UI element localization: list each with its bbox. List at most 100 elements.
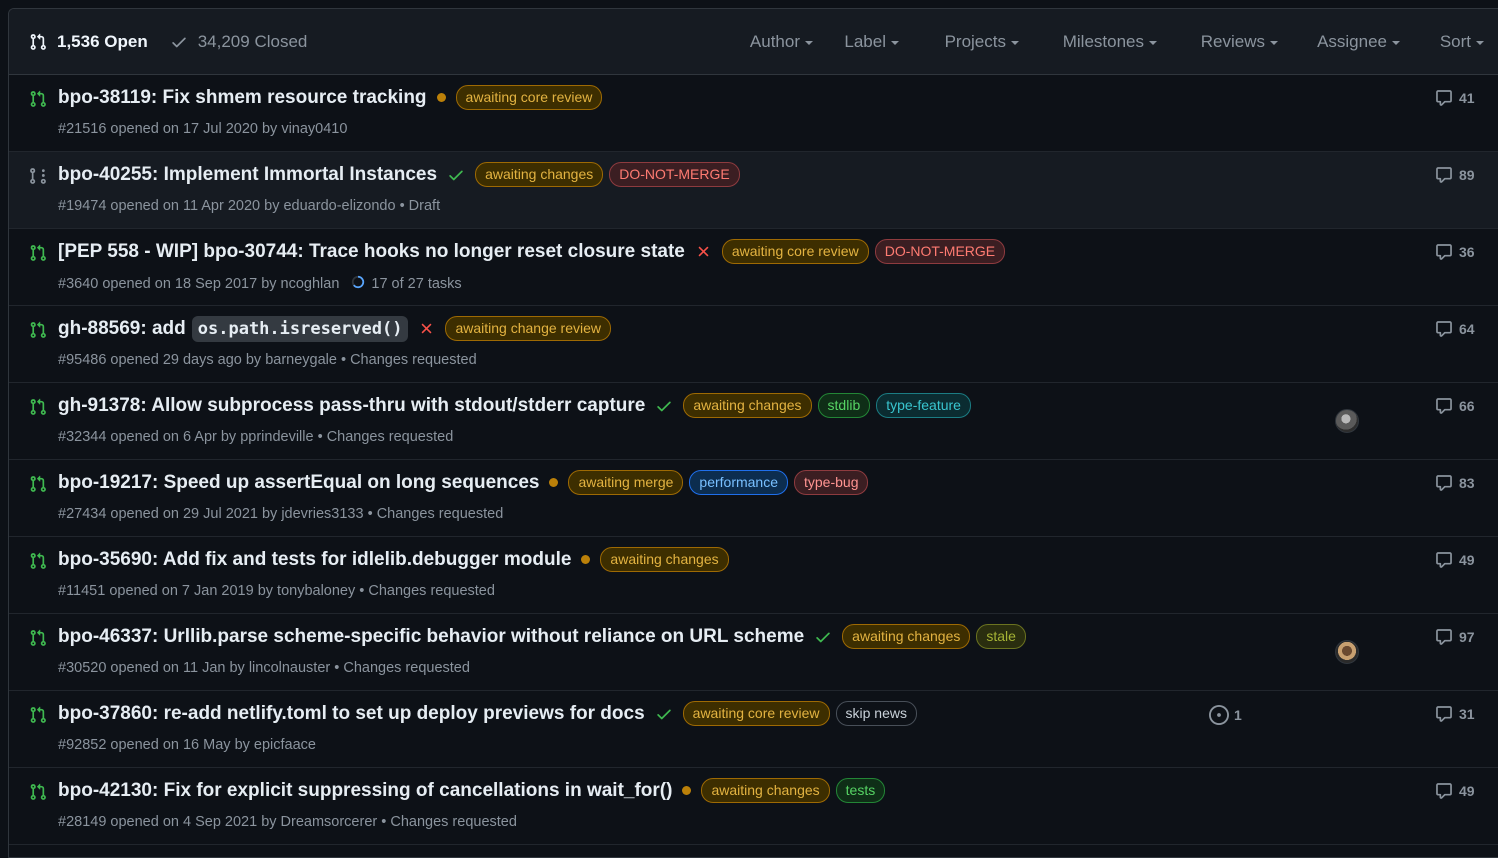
task-progress-text[interactable]: 17 of 27 tasks	[371, 276, 461, 292]
linked-issues-count: 1	[1234, 707, 1242, 723]
git-pull-request-icon	[29, 552, 47, 575]
status-check-icon[interactable]	[814, 628, 832, 646]
assignee-avatar[interactable]	[1335, 409, 1359, 433]
closed-count: 34,209 Closed	[197, 31, 308, 51]
status-check-icon[interactable]	[655, 705, 673, 723]
pr-title-link[interactable]: gh-88569: add os.path.isreserved()	[58, 315, 409, 342]
comment-count[interactable]: 41	[1435, 89, 1475, 107]
pr-title-link[interactable]: gh-91378: Allow subprocess pass-thru wit…	[58, 395, 645, 417]
milestones-filter[interactable]: Milestones	[1063, 32, 1157, 52]
pr-label[interactable]: awaiting changes	[600, 547, 729, 572]
pr-label[interactable]: type-feature	[876, 393, 971, 418]
comment-count[interactable]: 31	[1435, 705, 1475, 723]
table-row[interactable]: bpo-38119: Fix shmem resource tracking aw…	[9, 75, 1498, 152]
assignee-filter[interactable]: Assignee	[1317, 32, 1400, 52]
chevron-down-icon	[1149, 41, 1157, 45]
pr-label[interactable]: awaiting changes	[683, 393, 812, 418]
comment-icon	[1436, 706, 1452, 722]
pr-label[interactable]: skip news	[835, 701, 917, 726]
pr-title-line: bpo-46337: Urllib.parse scheme-specific …	[58, 624, 1026, 649]
table-row[interactable]: bpo-35690: Add fix and tests for idlelib…	[9, 537, 1498, 614]
author-filter[interactable]: Author	[750, 32, 813, 52]
pr-meta-text: #30520 opened on 11 Jan by lincolnauster…	[58, 660, 470, 676]
closed-filter[interactable]: 34,209 Closed	[170, 31, 308, 52]
git-pull-request-icon	[29, 398, 47, 421]
status-check-icon[interactable]	[655, 397, 673, 415]
reviews-filter[interactable]: Reviews	[1201, 32, 1278, 52]
pr-title-line: bpo-38119: Fix shmem resource tracking aw…	[58, 85, 603, 110]
pr-label[interactable]: type-bug	[794, 470, 869, 495]
table-row[interactable]: gh-91378: Allow subprocess pass-thru wit…	[9, 383, 1498, 460]
pr-label[interactable]: stdlib	[817, 393, 871, 418]
label-filter[interactable]: Label	[844, 32, 899, 52]
pr-title-link[interactable]: [PEP 558 - WIP] bpo-30744: Trace hooks n…	[58, 241, 685, 263]
pr-label[interactable]: DO-NOT-MERGE	[874, 239, 1006, 264]
table-row[interactable]: bpo-46337: Urllib.parse scheme-specific …	[9, 614, 1498, 691]
label-filter-label: Label	[844, 32, 886, 51]
pr-meta-text: #11451 opened on 7 Jan 2019 by tonybalon…	[58, 583, 495, 599]
git-pull-request-icon	[29, 783, 47, 806]
comment-count[interactable]: 49	[1435, 551, 1475, 569]
pr-rows: bpo-38119: Fix shmem resource tracking aw…	[9, 75, 1498, 845]
pr-title-line: bpo-19217: Speed up assertEqual on long …	[58, 470, 869, 495]
pr-label[interactable]: awaiting core review	[682, 701, 830, 726]
pr-meta: #11451 opened on 7 Jan 2019 by tonybalon…	[58, 583, 495, 599]
pr-label[interactable]: tests	[835, 778, 886, 803]
table-row[interactable]: bpo-40255: Implement Immortal Instances a…	[9, 152, 1498, 229]
pr-title-link[interactable]: bpo-37860: re-add netlify.toml to set up…	[58, 703, 645, 725]
status-x-icon[interactable]	[695, 243, 712, 260]
status-pending-icon[interactable]	[549, 478, 559, 487]
pr-label[interactable]: performance	[689, 470, 788, 495]
pr-label[interactable]: DO-NOT-MERGE	[609, 162, 740, 187]
status-pending-icon[interactable]	[682, 786, 692, 795]
comment-count[interactable]: 66	[1435, 397, 1475, 415]
status-check-icon[interactable]	[447, 166, 465, 184]
pr-label[interactable]: awaiting change review	[445, 316, 611, 341]
chevron-down-icon	[805, 41, 813, 45]
projects-filter[interactable]: Projects	[945, 32, 1019, 52]
comment-count[interactable]: 49	[1435, 782, 1475, 800]
pr-label[interactable]: awaiting core review	[455, 85, 603, 110]
pr-title-line: bpo-42130: Fix for explicit suppressing …	[58, 778, 886, 803]
pr-label[interactable]: awaiting core review	[721, 239, 869, 264]
table-row[interactable]: gh-88569: add os.path.isreserved() awaitin…	[9, 306, 1498, 383]
pr-title-text: gh-88569: add	[58, 317, 186, 339]
table-row[interactable]: bpo-37860: re-add netlify.toml to set up…	[9, 691, 1498, 768]
status-pending-icon[interactable]	[436, 93, 446, 102]
comment-count[interactable]: 64	[1435, 320, 1475, 338]
assignee-filter-label: Assignee	[1317, 32, 1387, 51]
comment-count[interactable]: 36	[1435, 243, 1475, 261]
pr-meta-text: #3640 opened on 18 Sep 2017 by ncoghlan	[58, 276, 340, 292]
comment-count-value: 64	[1459, 321, 1475, 337]
pr-title-line: gh-88569: add os.path.isreserved() awaitin…	[58, 315, 611, 342]
pr-title-link[interactable]: bpo-38119: Fix shmem resource tracking	[58, 87, 427, 109]
pr-title-link[interactable]: bpo-40255: Implement Immortal Instances	[58, 164, 437, 186]
pr-title-link[interactable]: bpo-42130: Fix for explicit suppressing …	[58, 780, 672, 802]
pr-label[interactable]: awaiting merge	[568, 470, 684, 495]
comment-count[interactable]: 83	[1435, 474, 1475, 492]
linked-issues[interactable]: 1	[1209, 705, 1242, 725]
pr-label[interactable]: awaiting changes	[842, 624, 971, 649]
sort-filter[interactable]: Sort	[1440, 32, 1484, 52]
reviews-filter-label: Reviews	[1200, 32, 1265, 51]
assignee-avatar[interactable]	[1335, 640, 1359, 664]
pr-title-link[interactable]: bpo-35690: Add fix and tests for idlelib…	[58, 549, 571, 571]
comment-count-value: 31	[1459, 706, 1475, 722]
open-filter[interactable]: 1,536 Open	[29, 32, 148, 52]
pr-label[interactable]: awaiting changes	[475, 162, 604, 187]
comment-count-value: 41	[1459, 90, 1475, 106]
projects-filter-label: Projects	[944, 32, 1006, 51]
pr-label[interactable]: awaiting changes	[701, 778, 830, 803]
pr-label[interactable]: stale	[976, 624, 1026, 649]
status-pending-icon[interactable]	[581, 555, 591, 564]
git-pull-request-icon	[29, 475, 47, 498]
comment-count[interactable]: 89	[1435, 166, 1475, 184]
pr-title-link[interactable]: bpo-46337: Urllib.parse scheme-specific …	[58, 626, 804, 648]
table-row[interactable]: bpo-19217: Speed up assertEqual on long …	[9, 460, 1498, 537]
pr-meta-text: #92852 opened on 16 May by epicfaace	[58, 737, 316, 753]
comment-count[interactable]: 97	[1435, 628, 1475, 646]
table-row[interactable]: bpo-42130: Fix for explicit suppressing …	[9, 768, 1498, 845]
pr-title-link[interactable]: bpo-19217: Speed up assertEqual on long …	[58, 472, 539, 494]
status-x-icon[interactable]	[418, 320, 435, 337]
table-row[interactable]: [PEP 558 - WIP] bpo-30744: Trace hooks n…	[9, 229, 1498, 306]
